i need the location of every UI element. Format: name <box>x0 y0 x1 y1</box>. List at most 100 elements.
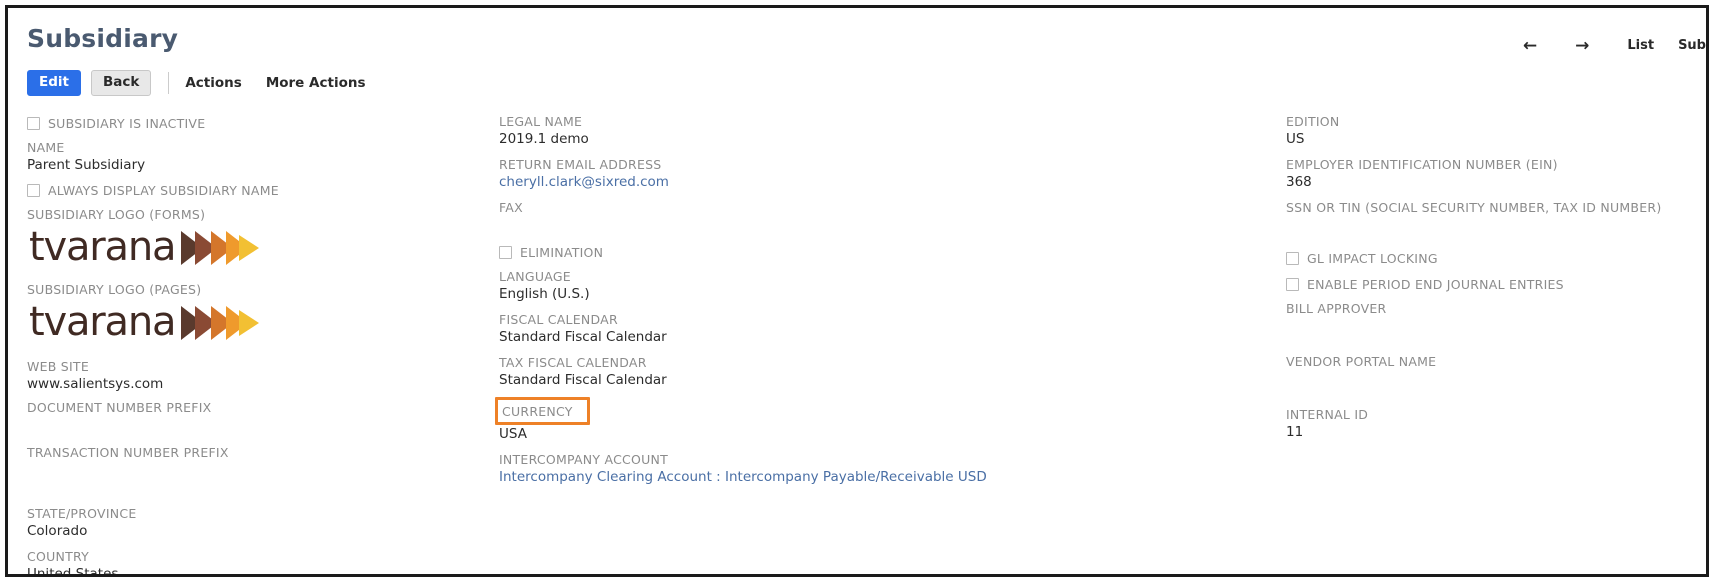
enable-period-end-journal-entries-label: ENABLE PERIOD END JOURNAL ENTRIES <box>1307 276 1564 292</box>
transaction-number-prefix-value <box>27 461 457 479</box>
field-elimination[interactable]: ELIMINATION <box>499 242 1259 262</box>
edition-value: US <box>1286 131 1305 147</box>
gl-impact-locking-label: GL IMPACT LOCKING <box>1307 250 1438 266</box>
toolbar-divider <box>168 72 170 94</box>
field-always-display-subsidiary-name[interactable]: ALWAYS DISPLAY SUBSIDIARY NAME <box>27 180 457 200</box>
enable-period-end-journal-entries-checkbox[interactable] <box>1286 277 1299 291</box>
left-field-column: SUBSIDIARY IS INACTIVE NAME Parent Subsi… <box>27 113 457 577</box>
subsidiary-is-inactive-label: SUBSIDIARY IS INACTIVE <box>48 115 206 131</box>
field-tax-fiscal-calendar: TAX FISCAL CALENDAR Standard Fiscal Cale… <box>499 354 1259 389</box>
back-button[interactable]: Back <box>90 70 152 96</box>
record-toolbar: Edit Back Actions More Actions <box>27 70 390 96</box>
field-subsidiary-is-inactive[interactable]: SUBSIDIARY IS INACTIVE <box>27 113 457 133</box>
tvarana-logo-forms: tvarana <box>29 225 261 271</box>
legal-name-label: LEGAL NAME <box>499 114 583 129</box>
state-province-value: Colorado <box>27 523 88 539</box>
country-value: United States <box>27 566 119 577</box>
web-site-label: WEB SITE <box>27 359 89 374</box>
name-value: Parent Subsidiary <box>27 157 146 173</box>
bill-approver-label: BILL APPROVER <box>1286 301 1387 316</box>
field-country: COUNTRY United States <box>27 548 457 577</box>
tvarana-chevron-icon <box>181 306 259 340</box>
document-number-prefix-value <box>27 416 457 434</box>
field-state-province: STATE/PROVINCE Colorado <box>27 505 457 540</box>
vendor-portal-name-value <box>1286 370 1706 388</box>
actions-menu[interactable]: Actions <box>185 75 241 91</box>
bill-approver-value <box>1286 317 1706 335</box>
gl-impact-locking-checkbox[interactable] <box>1286 251 1299 265</box>
field-language: LANGUAGE English (U.S.) <box>499 268 1259 303</box>
field-name: NAME Parent Subsidiary <box>27 139 457 174</box>
fiscal-calendar-label: FISCAL CALENDAR <box>499 312 618 327</box>
subsidiary-is-inactive-checkbox[interactable] <box>27 116 40 130</box>
field-currency: CURRENCY USA <box>495 397 1259 443</box>
web-site-value: www.salientsys.com <box>27 376 164 392</box>
country-label: COUNTRY <box>27 549 89 564</box>
language-label: LANGUAGE <box>499 269 571 284</box>
tax-fiscal-calendar-label: TAX FISCAL CALENDAR <box>499 355 647 370</box>
elimination-checkbox[interactable] <box>499 245 512 259</box>
field-transaction-number-prefix: TRANSACTION NUMBER PREFIX <box>27 444 457 479</box>
ein-label: EMPLOYER IDENTIFICATION NUMBER (EIN) <box>1286 157 1558 172</box>
ssn-or-tin-label: SSN OR TIN (SOCIAL SECURITY NUMBER, TAX … <box>1286 200 1662 215</box>
currency-label: CURRENCY <box>502 404 573 419</box>
internal-id-label: INTERNAL ID <box>1286 407 1369 422</box>
tvarana-chevron-icon <box>181 231 259 265</box>
middle-field-column: LEGAL NAME 2019.1 demo RETURN EMAIL ADDR… <box>495 113 1259 486</box>
state-province-label: STATE/PROVINCE <box>27 506 137 521</box>
record-navigation: ← → List Sub <box>1523 37 1706 54</box>
field-gl-impact-locking[interactable]: GL IMPACT LOCKING <box>1286 248 1706 268</box>
always-display-subsidiary-name-checkbox[interactable] <box>27 183 40 197</box>
fiscal-calendar-value: Standard Fiscal Calendar <box>499 329 667 345</box>
ein-value: 368 <box>1286 174 1312 190</box>
field-web-site: WEB SITE www.salientsys.com <box>27 358 457 393</box>
elimination-label: ELIMINATION <box>520 244 604 260</box>
edition-label: EDITION <box>1286 114 1340 129</box>
tax-fiscal-calendar-value: Standard Fiscal Calendar <box>499 372 667 388</box>
field-ssn-or-tin: SSN OR TIN (SOCIAL SECURITY NUMBER, TAX … <box>1286 199 1706 234</box>
legal-name-value: 2019.1 demo <box>499 131 589 147</box>
field-ein: EMPLOYER IDENTIFICATION NUMBER (EIN) 368 <box>1286 156 1706 191</box>
field-return-email-address: RETURN EMAIL ADDRESS cheryll.clark@sixre… <box>499 156 1259 191</box>
tvarana-logo-pages: tvarana <box>29 300 261 346</box>
field-internal-id: INTERNAL ID 11 <box>1286 406 1706 441</box>
fax-label: FAX <box>499 200 523 215</box>
field-edition: EDITION US <box>1286 113 1706 148</box>
vendor-portal-name-label: VENDOR PORTAL NAME <box>1286 354 1437 369</box>
edit-button[interactable]: Edit <box>27 70 81 96</box>
currency-highlight-box: CURRENCY <box>495 397 590 425</box>
field-subsidiary-logo-forms: SUBSIDIARY LOGO (FORMS) tvarana <box>27 206 457 271</box>
internal-id-value: 11 <box>1286 424 1304 440</box>
return-email-address-label: RETURN EMAIL ADDRESS <box>499 157 662 172</box>
field-document-number-prefix: DOCUMENT NUMBER PREFIX <box>27 399 457 434</box>
more-actions-menu[interactable]: More Actions <box>266 75 366 91</box>
intercompany-account-value[interactable]: Intercompany Clearing Account : Intercom… <box>499 468 1259 486</box>
field-enable-period-end-journal-entries[interactable]: ENABLE PERIOD END JOURNAL ENTRIES <box>1286 274 1706 294</box>
field-fax: FAX <box>499 199 1259 234</box>
tvarana-logo-forms-text: tvarana <box>29 224 176 270</box>
tvarana-logo-pages-text: tvarana <box>29 299 176 345</box>
previous-record-arrow-icon[interactable]: ← <box>1523 37 1537 54</box>
field-fiscal-calendar: FISCAL CALENDAR Standard Fiscal Calendar <box>499 311 1259 346</box>
name-label: NAME <box>27 140 65 155</box>
field-bill-approver: BILL APPROVER <box>1286 300 1706 335</box>
transaction-number-prefix-label: TRANSACTION NUMBER PREFIX <box>27 445 229 460</box>
currency-value: USA <box>499 426 527 442</box>
sub-link[interactable]: Sub <box>1678 38 1706 53</box>
always-display-subsidiary-name-label: ALWAYS DISPLAY SUBSIDIARY NAME <box>48 182 279 198</box>
return-email-address-value[interactable]: cheryll.clark@sixred.com <box>499 173 1259 191</box>
field-vendor-portal-name: VENDOR PORTAL NAME <box>1286 353 1706 388</box>
list-link[interactable]: List <box>1627 38 1654 53</box>
ssn-or-tin-value <box>1286 216 1706 234</box>
page-title: Subsidiary <box>27 24 179 53</box>
next-record-arrow-icon[interactable]: → <box>1575 37 1589 54</box>
subsidiary-record-panel: Subsidiary Edit Back Actions More Action… <box>5 5 1709 577</box>
language-value: English (U.S.) <box>499 286 590 302</box>
fax-value <box>499 216 1259 234</box>
subsidiary-logo-pages-label: SUBSIDIARY LOGO (PAGES) <box>27 282 202 297</box>
field-intercompany-account: INTERCOMPANY ACCOUNT Intercompany Cleari… <box>499 451 1259 486</box>
document-number-prefix-label: DOCUMENT NUMBER PREFIX <box>27 400 212 415</box>
subsidiary-logo-forms-label: SUBSIDIARY LOGO (FORMS) <box>27 207 206 222</box>
intercompany-account-label: INTERCOMPANY ACCOUNT <box>499 452 668 467</box>
right-field-column: EDITION US EMPLOYER IDENTIFICATION NUMBE… <box>1286 113 1706 441</box>
